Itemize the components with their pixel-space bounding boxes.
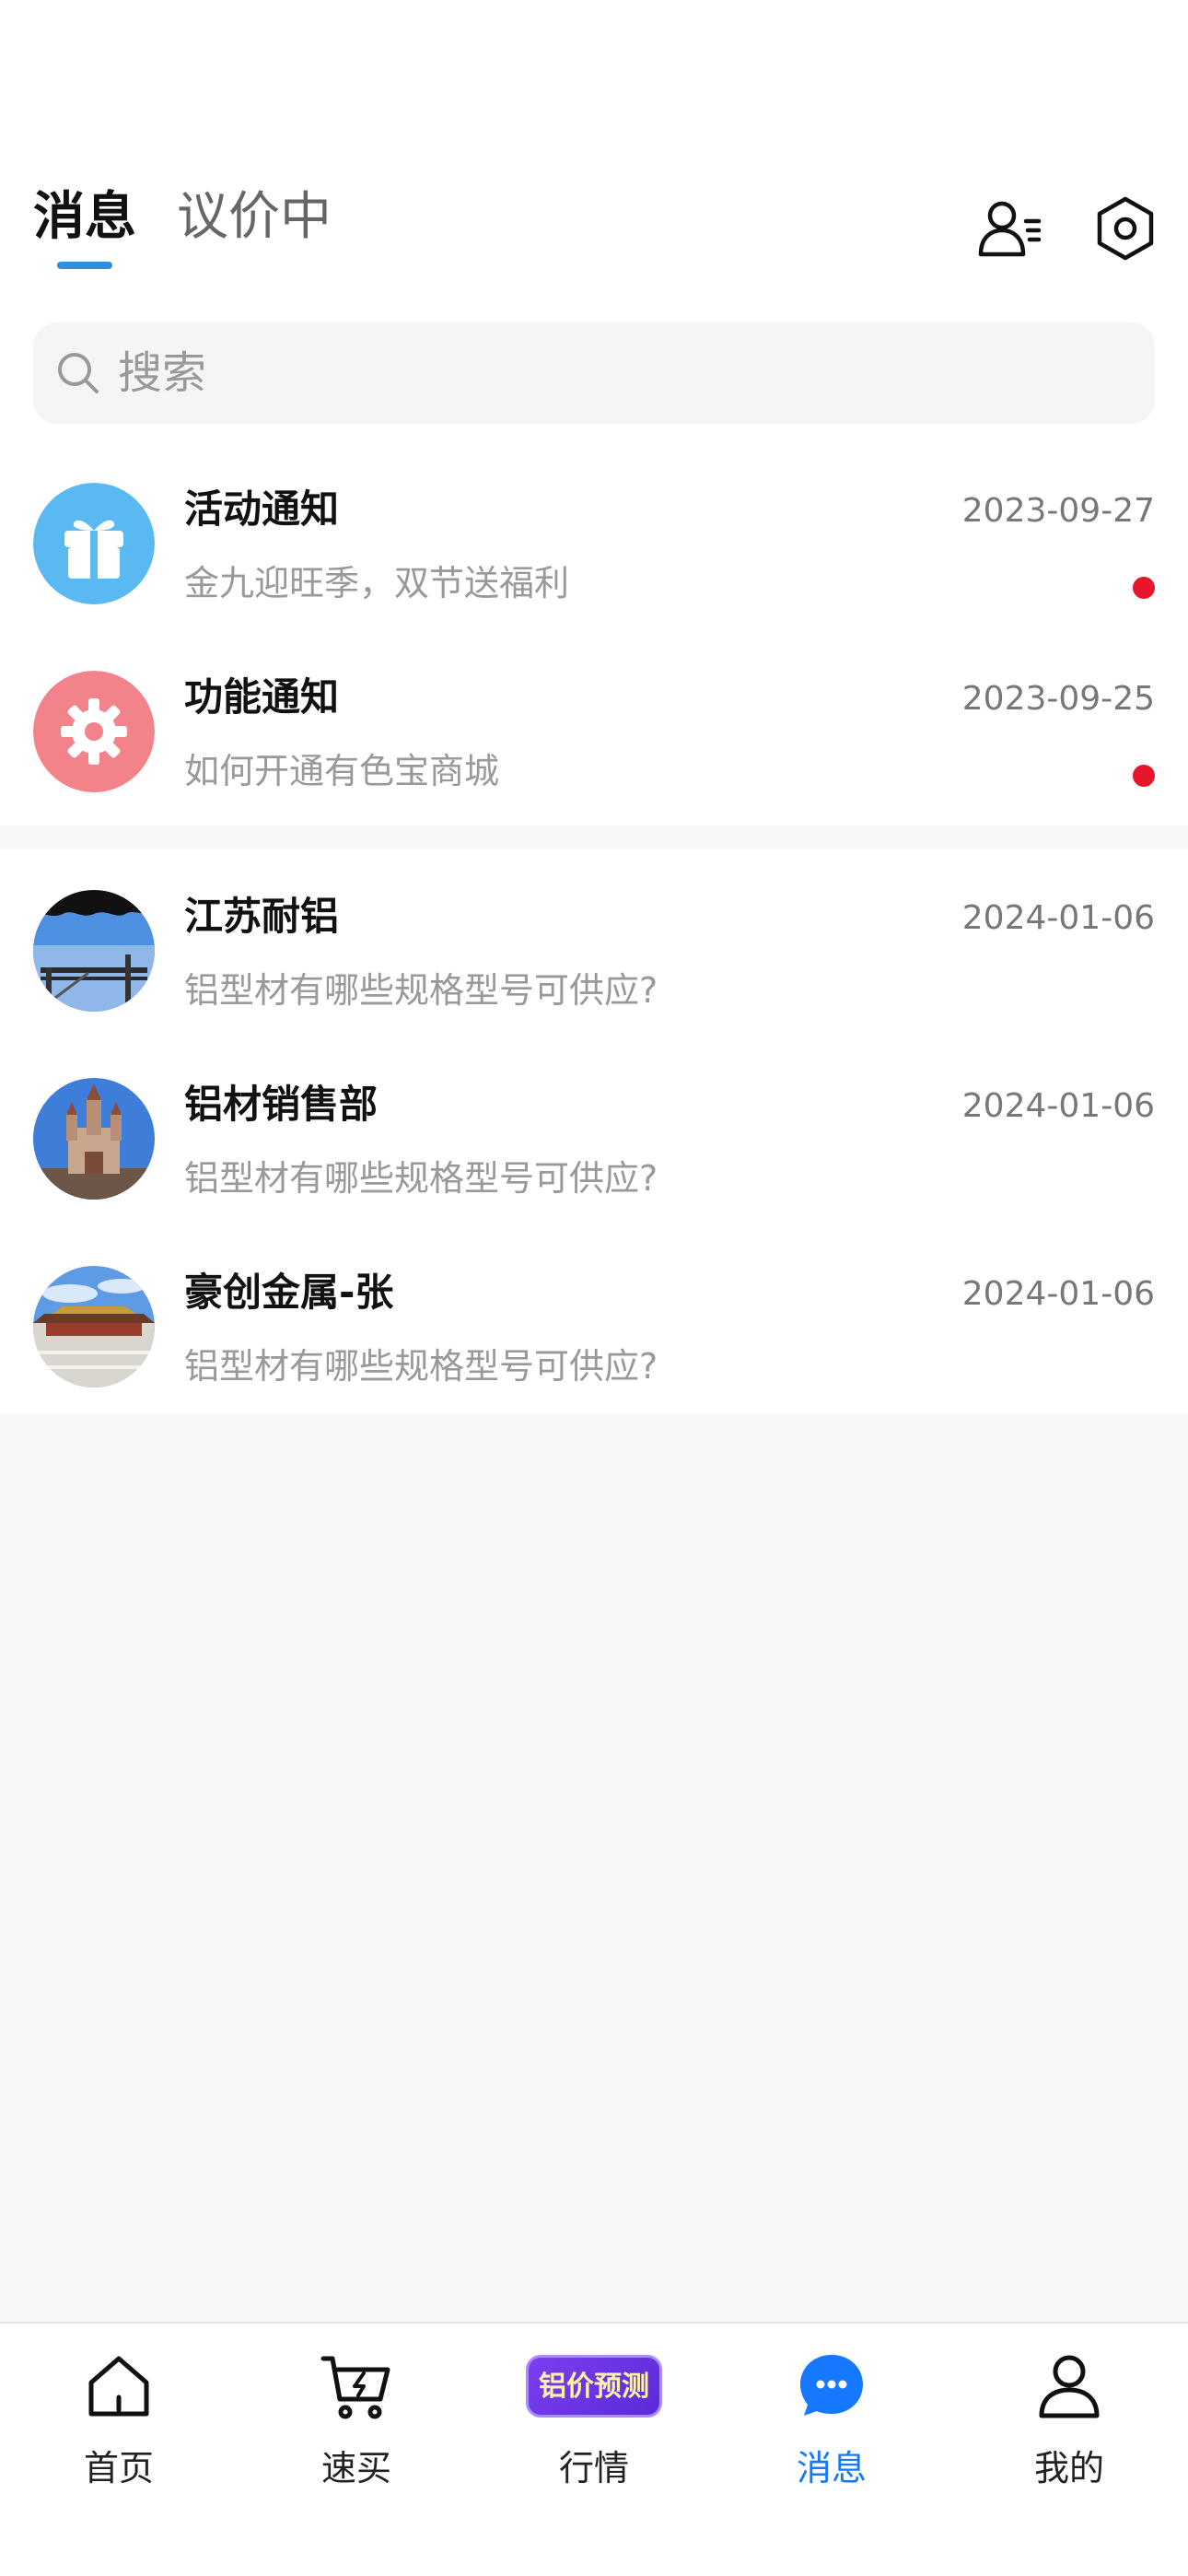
tab-negotiating[interactable]: 议价中 bbox=[177, 181, 332, 254]
chat-preview: 铝型材有哪些规格型号可供应? bbox=[184, 970, 658, 1011]
chat-time: 2024-01-06 bbox=[961, 899, 1155, 937]
tab-messages[interactable]: 消息 bbox=[33, 181, 136, 254]
gear-icon bbox=[33, 671, 155, 792]
bottom-tab-bar: 首页 速买 铝价预测 行情 消息 我的 bbox=[0, 2322, 1188, 2576]
notice-list: 活动通知 金九迎旺季，双节送福利 2023-09-27 功能通知 如何开通有色宝… bbox=[0, 442, 1188, 825]
tabbar-label: 速买 bbox=[320, 2448, 391, 2488]
chat-time: 2024-01-06 bbox=[961, 1275, 1155, 1313]
chat-name: 江苏耐铝 bbox=[184, 894, 340, 939]
chat-row[interactable]: 江苏耐铝 铝型材有哪些规格型号可供应? 2024-01-06 bbox=[0, 849, 1188, 1037]
tabbar-item-home[interactable]: 首页 bbox=[0, 2349, 238, 2515]
settings-icon[interactable] bbox=[1090, 193, 1160, 263]
tabbar-label: 首页 bbox=[83, 2448, 154, 2488]
header: 消息 议价中 搜索 bbox=[0, 0, 1188, 442]
chat-name: 豪创金属-张 bbox=[184, 1270, 394, 1315]
notice-title: 功能通知 bbox=[184, 674, 340, 720]
chat-row[interactable]: 豪创金属-张 铝型材有哪些规格型号可供应? 2024-01-06 bbox=[0, 1225, 1188, 1413]
chat-preview: 铝型材有哪些规格型号可供应? bbox=[184, 1158, 658, 1199]
search-icon bbox=[55, 350, 101, 396]
notice-preview: 如何开通有色宝商城 bbox=[184, 751, 500, 791]
person-icon bbox=[1032, 2349, 1106, 2423]
notice-preview: 金九迎旺季，双节送福利 bbox=[184, 563, 570, 603]
tabbar-item-messages[interactable]: 消息 bbox=[713, 2349, 950, 2515]
chat-name: 铝材销售部 bbox=[184, 1082, 379, 1127]
chat-row[interactable]: 铝材销售部 铝型材有哪些规格型号可供应? 2024-01-06 bbox=[0, 1037, 1188, 1225]
notice-row-feature[interactable]: 功能通知 如何开通有色宝商城 2023-09-25 bbox=[0, 630, 1188, 818]
cart-icon bbox=[320, 2349, 393, 2423]
price-forecast-badge: 铝价预测 bbox=[526, 2355, 662, 2418]
tabbar-item-me[interactable]: 我的 bbox=[950, 2349, 1188, 2515]
gift-icon bbox=[33, 483, 155, 604]
price-forecast-text: 铝价预测 bbox=[539, 2371, 649, 2403]
tabbar-label: 消息 bbox=[796, 2448, 867, 2488]
search-bar[interactable]: 搜索 bbox=[33, 322, 1155, 424]
tabbar-item-quick-buy[interactable]: 速买 bbox=[238, 2349, 475, 2515]
chat-list: 江苏耐铝 铝型材有哪些规格型号可供应? 2024-01-06 铝材销售部 铝型材… bbox=[0, 849, 1188, 1413]
chat-bubble-icon bbox=[795, 2349, 868, 2423]
avatar bbox=[33, 1266, 155, 1388]
notice-time: 2023-09-25 bbox=[961, 680, 1155, 718]
avatar bbox=[33, 890, 155, 1012]
chat-preview: 铝型材有哪些规格型号可供应? bbox=[184, 1346, 658, 1387]
chat-time: 2024-01-06 bbox=[961, 1087, 1155, 1125]
unread-dot bbox=[1133, 765, 1155, 787]
home-icon bbox=[82, 2349, 156, 2423]
tabbar-label: 我的 bbox=[1033, 2448, 1104, 2488]
unread-dot bbox=[1133, 577, 1155, 599]
tabbar-item-market[interactable]: 铝价预测 行情 bbox=[475, 2349, 713, 2515]
contacts-icon[interactable] bbox=[974, 193, 1044, 263]
search-placeholder: 搜索 bbox=[118, 347, 207, 399]
notice-title: 活动通知 bbox=[184, 486, 340, 532]
messages-page: 消息 议价中 搜索 活动通知 金九迎旺季，双节送福利 2023-09-27 功能… bbox=[0, 0, 1188, 2576]
avatar bbox=[33, 1078, 155, 1200]
tabbar-label: 行情 bbox=[558, 2448, 629, 2488]
notice-row-activity[interactable]: 活动通知 金九迎旺季，双节送福利 2023-09-27 bbox=[0, 442, 1188, 630]
active-tab-indicator bbox=[57, 262, 112, 269]
notice-time: 2023-09-27 bbox=[961, 492, 1155, 530]
